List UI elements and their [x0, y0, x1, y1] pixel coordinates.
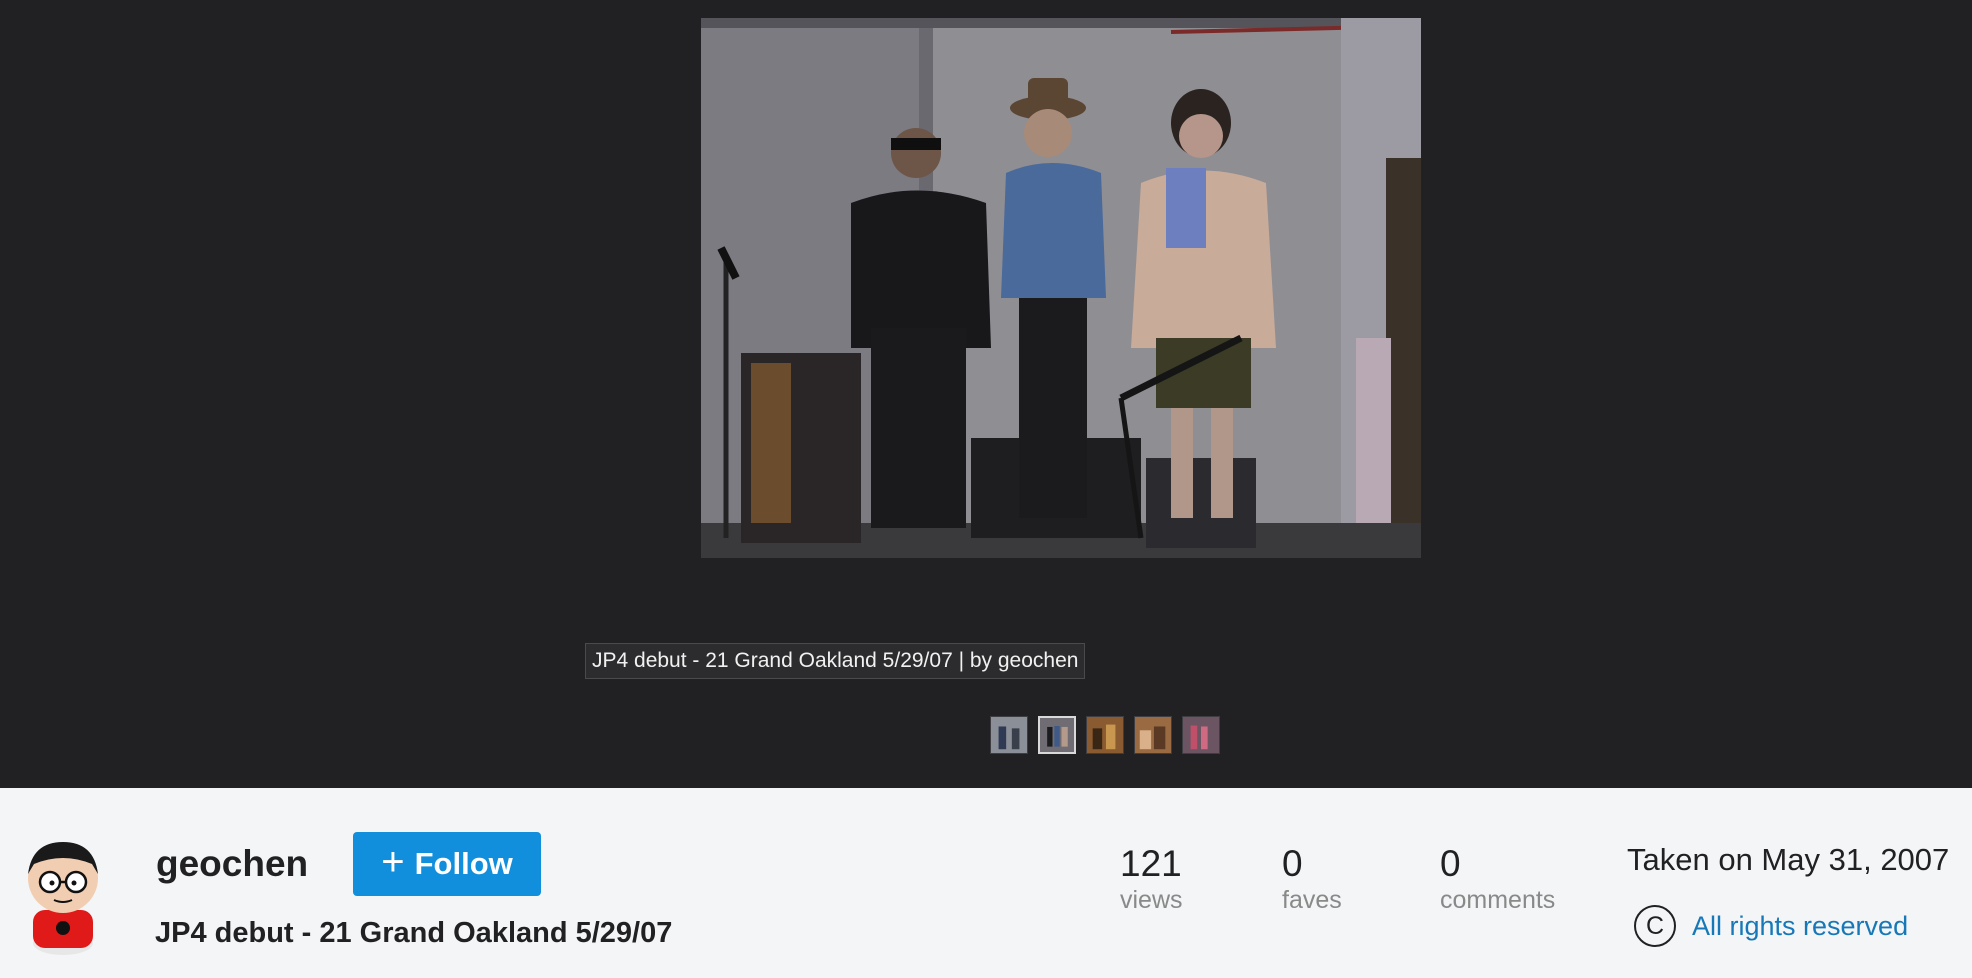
comments-label: comments	[1440, 886, 1556, 914]
views-label: views	[1120, 886, 1183, 914]
license-info: C All rights reserved	[1634, 905, 1908, 947]
follow-button-label: Follow	[414, 846, 513, 881]
thumbnail-2-current[interactable]	[1038, 716, 1076, 754]
photo-tooltip: JP4 debut - 21 Grand Oakland 5/29/07 | b…	[585, 643, 1086, 679]
main-photo[interactable]	[701, 18, 1421, 558]
plus-icon: +	[381, 840, 405, 884]
photostream-thumbnails	[990, 716, 1220, 754]
thumbnail-5[interactable]	[1182, 716, 1220, 754]
views-count: 121	[1120, 843, 1182, 884]
thumbnail-3[interactable]	[1086, 716, 1124, 754]
comments-count: 0	[1440, 843, 1461, 884]
owner-username[interactable]: geochen	[156, 843, 308, 885]
license-link[interactable]: All rights reserved	[1692, 911, 1908, 942]
photo-title: JP4 debut - 21 Grand Oakland 5/29/07	[155, 917, 673, 949]
date-taken[interactable]: Taken on May 31, 2007	[1627, 842, 1949, 878]
follow-button[interactable]: + Follow	[353, 832, 541, 896]
faves-label: faves	[1282, 886, 1342, 914]
owner-avatar[interactable]	[18, 838, 108, 958]
thumbnail-1[interactable]	[990, 716, 1028, 754]
faves-count: 0	[1282, 843, 1303, 884]
copyright-icon: C	[1634, 905, 1676, 947]
thumbnail-4[interactable]	[1134, 716, 1172, 754]
comments-stat[interactable]: 0 comments	[1440, 842, 1555, 914]
photo-image	[701, 18, 1421, 558]
faves-stat[interactable]: 0 faves	[1282, 842, 1342, 914]
photo-viewer: JP4 debut - 21 Grand Oakland 5/29/07 | b…	[0, 0, 1972, 788]
views-stat: 121 views	[1120, 842, 1183, 914]
